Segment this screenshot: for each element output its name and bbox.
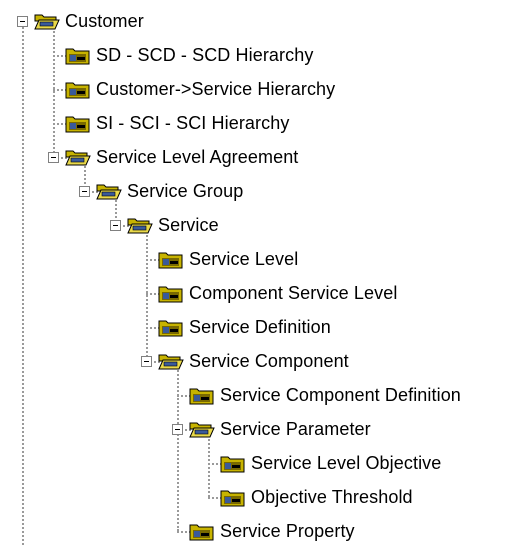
tree-node-label: Service Parameter	[220, 418, 371, 439]
tree-node[interactable]: SI - SCI - SCI Hierarchy	[65, 109, 289, 137]
tree-node-label: Service Level Objective	[251, 452, 442, 473]
collapse-toggle-icon[interactable]	[48, 152, 59, 163]
open-folder-icon	[34, 11, 65, 31]
tree-node[interactable]: Service	[127, 211, 219, 239]
collapse-toggle-icon[interactable]	[79, 186, 90, 197]
tree-guide-line	[146, 231, 148, 361]
tree-node-label: SD - SCD - SCD Hierarchy	[96, 44, 314, 65]
tree-view[interactable]: Customer SD - SCD - SCD Hierarchy Custom…	[0, 0, 523, 549]
closed-folder-icon	[158, 283, 189, 303]
tree-node[interactable]: Service Definition	[158, 313, 331, 341]
tree-node[interactable]: Service Property	[189, 517, 355, 545]
open-folder-icon	[189, 419, 220, 439]
tree-node[interactable]: Service Component Definition	[189, 381, 461, 409]
open-folder-icon	[65, 147, 96, 167]
closed-folder-icon	[65, 113, 96, 133]
open-folder-icon	[96, 181, 127, 201]
closed-folder-icon	[158, 317, 189, 337]
tree-node[interactable]: Customer	[34, 7, 144, 35]
tree-node[interactable]: Component Service Level	[158, 279, 397, 307]
tree-node[interactable]: SD - SCD - SCD Hierarchy	[65, 41, 313, 69]
tree-node-label: Service Level Agreement	[96, 146, 299, 167]
closed-folder-icon	[189, 385, 220, 405]
tree-node-label: Service	[158, 214, 219, 235]
tree-guide-line	[177, 367, 179, 531]
tree-node[interactable]: Service Parameter	[189, 415, 371, 443]
collapse-toggle-icon[interactable]	[172, 424, 183, 435]
tree-node[interactable]: Objective Threshold	[220, 483, 413, 511]
tree-node-label: Component Service Level	[189, 282, 398, 303]
tree-node[interactable]: Customer->Service Hierarchy	[65, 75, 335, 103]
tree-node[interactable]: Service Level Objective	[220, 449, 441, 477]
tree-node[interactable]: Service Level	[158, 245, 298, 273]
open-folder-icon	[158, 351, 189, 371]
collapse-toggle-icon[interactable]	[110, 220, 121, 231]
closed-folder-icon	[220, 487, 251, 507]
closed-folder-icon	[189, 521, 220, 541]
tree-guide-line	[208, 435, 210, 497]
closed-folder-icon	[65, 45, 96, 65]
tree-node-label: Service Definition	[189, 316, 331, 337]
tree-root-guide-line	[22, 27, 24, 545]
tree-node-label: Service Component	[189, 350, 349, 371]
closed-folder-icon	[158, 249, 189, 269]
tree-node-label: Objective Threshold	[251, 486, 413, 507]
closed-folder-icon	[65, 79, 96, 99]
tree-node-label: Service Property	[220, 520, 355, 541]
tree-node-label: Customer->Service Hierarchy	[96, 78, 336, 99]
tree-node[interactable]: Service Component	[158, 347, 349, 375]
tree-node-label: Customer	[65, 10, 144, 31]
tree-node-label: Service Component Definition	[220, 384, 461, 405]
tree-node[interactable]: Service Level Agreement	[65, 143, 298, 171]
tree-node-label: SI - SCI - SCI Hierarchy	[96, 112, 290, 133]
tree-node-label: Service Group	[127, 180, 244, 201]
closed-folder-icon	[220, 453, 251, 473]
open-folder-icon	[127, 215, 158, 235]
collapse-toggle-icon[interactable]	[17, 16, 28, 27]
tree-node[interactable]: Service Group	[96, 177, 243, 205]
tree-guide-line	[53, 27, 55, 157]
collapse-toggle-icon[interactable]	[141, 356, 152, 367]
tree-node-label: Service Level	[189, 248, 299, 269]
